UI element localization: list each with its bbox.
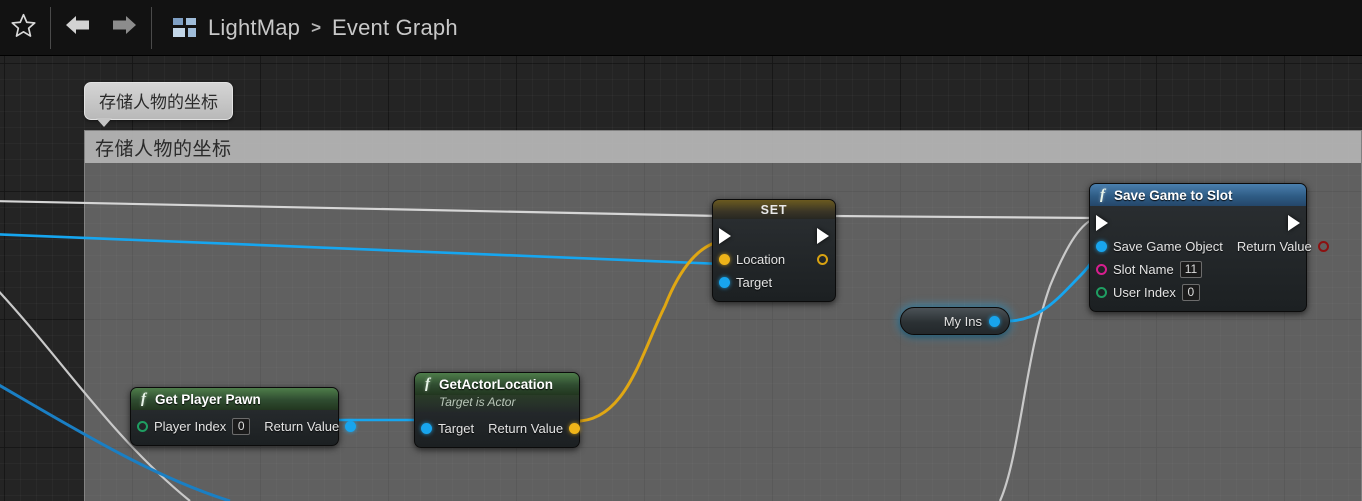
node-my-ins-title: My Ins [943,313,982,329]
node-save-game-to-slot[interactable]: f Save Game to Slot Save Game Object Ret… [1089,183,1329,312]
toolbar-divider-2 [151,6,152,49]
player-index-label: Player Index [154,419,227,434]
node-set-pin-target: Target [713,271,835,294]
exec-out-pin[interactable] [817,228,829,244]
return-value-output-pin[interactable] [345,421,357,432]
return-value-output-pin[interactable] [1317,241,1329,252]
player-index-value[interactable]: 0 [232,418,251,435]
node-save-game-exec-row [1090,211,1306,235]
node-set[interactable]: SET Location Target [712,199,836,302]
back-button[interactable] [55,0,101,56]
event-graph-canvas[interactable]: 存储人物的坐标 SET Location Target f Get Player… [0,56,1362,501]
blueprint-grid-icon[interactable] [164,0,206,56]
target-input-pin[interactable] [719,277,730,288]
node-get-player-pawn[interactable]: f Get Player Pawn Player Index 0 Return … [130,387,357,446]
node-get-actor-location[interactable]: f GetActorLocation Target is Actor Targe… [414,372,581,448]
favorite-button[interactable] [0,0,46,56]
node-get-actor-location-title: GetActorLocation [439,376,554,392]
return-value-label: Return Value [264,419,340,434]
node-set-pin-location: Location [713,248,835,271]
node-save-game-pin-user-index: User Index 0 [1090,281,1306,304]
user-index-label: User Index [1113,285,1176,300]
my-ins-output-pin[interactable] [989,315,1000,327]
slot-name-value[interactable]: 11 [1179,261,1203,278]
top-toolbar: LightMap > Event Graph [0,0,1362,56]
user-index-input-pin[interactable] [1096,287,1107,298]
node-set-exec-row [713,224,835,248]
exec-in-pin[interactable] [719,228,731,244]
arrow-right-icon [109,12,139,43]
player-index-input-pin[interactable] [137,421,148,432]
wire-myins-to-savegameobject [1005,241,1099,323]
exec-in-pin[interactable] [1096,215,1108,231]
breadcrumb-current[interactable]: Event Graph [330,15,460,41]
node-save-game-pin-object: Save Game Object Return Value [1090,235,1329,258]
node-save-game-pin-slot-name: Slot Name 11 [1090,258,1306,281]
exec-out-pin[interactable] [1288,215,1300,231]
function-icon: f [425,375,430,392]
return-value-label: Return Value [1236,239,1312,254]
forward-button[interactable] [101,0,147,56]
node-get-player-pawn-pins: Player Index 0 Return Value [131,415,357,438]
slot-name-label: Slot Name [1113,262,1174,277]
node-set-title: SET [713,200,835,219]
location-output-pin[interactable] [817,254,828,265]
save-game-object-input-pin[interactable] [1096,241,1107,252]
toolbar-divider-1 [50,6,51,49]
node-my-ins[interactable]: My Ins [900,307,1010,335]
function-icon: f [1100,186,1105,203]
arrow-left-icon [63,12,93,43]
node-get-player-pawn-title: Get Player Pawn [155,391,261,407]
user-index-value[interactable]: 0 [1181,284,1200,301]
node-save-game-header: f Save Game to Slot [1090,184,1306,206]
location-input-pin[interactable] [719,254,730,265]
target-input-pin[interactable] [421,423,432,434]
target-pin-label: Target [736,275,773,290]
save-game-object-label: Save Game Object [1113,239,1223,254]
slot-name-input-pin[interactable] [1096,264,1107,275]
node-get-actor-location-header: f GetActorLocation [415,373,579,395]
breadcrumb-root[interactable]: LightMap [206,15,302,41]
return-value-output-pin[interactable] [569,423,581,434]
node-save-game-title: Save Game to Slot [1114,187,1233,203]
node-get-actor-location-subtitle: Target is Actor [415,395,579,412]
location-pin-label: Location [736,252,786,267]
star-icon [10,12,37,44]
breadcrumb-separator: > [311,17,322,37]
node-get-player-pawn-header: f Get Player Pawn [131,388,338,410]
target-label: Target [438,421,475,436]
function-icon: f [141,390,146,407]
comment-tooltip: 存储人物的坐标 [84,82,233,127]
node-get-actor-location-pins: Target Return Value [415,417,581,440]
return-value-label: Return Value [488,421,564,436]
